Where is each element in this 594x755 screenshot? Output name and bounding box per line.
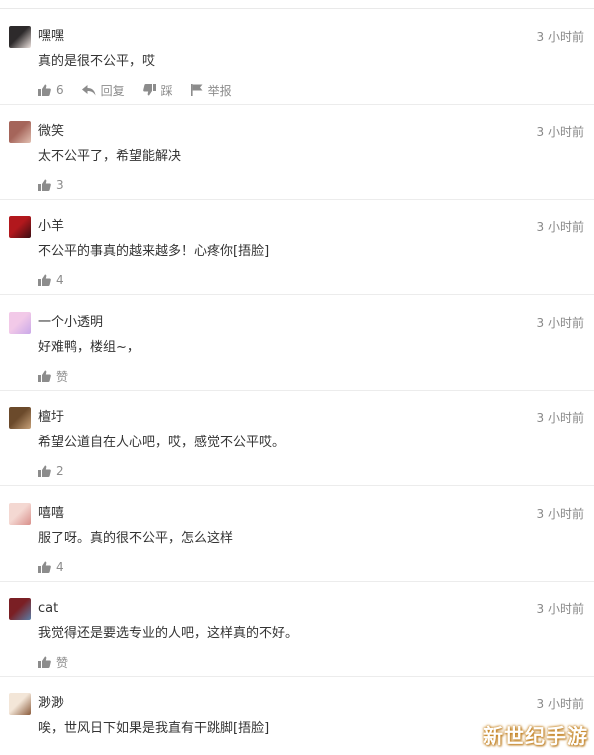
comment-time: 3 小时前 [536,30,584,44]
comment-text: 希望公道自在人心吧，哎，感觉不公平哎。 [38,435,286,450]
reply-icon [81,84,96,95]
comment-text: 不公平的事真的越来越多！心疼你[捂脸] [38,244,270,259]
avatar[interactable] [9,216,31,238]
like-count: 2 [56,464,64,478]
comment-text: 好难鸭，楼组~， [38,340,140,355]
like-button[interactable]: 6 [38,83,64,97]
comment-username[interactable]: 渺渺 [38,694,64,714]
comment-time: 3 小时前 [536,507,584,521]
like-button[interactable]: 2 [38,464,64,478]
comment-item: 檀圩 3 小时前 希望公道自在人心吧，哎，感觉不公平哎。 2 [0,391,594,486]
avatar[interactable] [9,312,31,334]
like-button[interactable]: 4 [38,273,64,287]
comment-actions: 赞 [38,367,86,385]
comment-actions: 4 [38,271,82,289]
comment-username[interactable]: 嘿嘿 [38,27,64,47]
like-count: 6 [56,83,64,97]
comment-item: 微笑 3 小时前 太不公平了，希望能解决 3 [0,105,594,200]
thumbs-up-icon [38,274,51,286]
thumbs-up-icon [38,179,51,191]
top-divider [0,8,594,9]
comment-username[interactable]: cat [38,599,58,619]
flag-icon [190,84,203,96]
avatar[interactable] [9,407,31,429]
comment-actions: 2 [38,462,82,480]
comment-username[interactable]: 小羊 [38,217,64,237]
comment-time: 3 小时前 [536,697,584,711]
thumbs-down-icon [142,84,156,96]
comment-time: 3 小时前 [536,125,584,139]
comment-username[interactable]: 微笑 [38,122,64,142]
comment-actions: 赞 [38,653,86,671]
thumbs-up-icon [38,370,51,382]
comment-item: 嘻嘻 3 小时前 服了呀。真的很不公平，怎么这样 4 [0,487,594,582]
avatar[interactable] [9,598,31,620]
comment-text: 太不公平了，希望能解决 [38,149,182,164]
comment-time: 3 小时前 [536,411,584,425]
report-button[interactable]: 举报 [190,82,232,99]
like-button[interactable]: 赞 [38,654,68,671]
comment-text: 服了呀。真的很不公平，怎么这样 [38,531,234,546]
comment-time: 3 小时前 [536,220,584,234]
like-count: 4 [56,560,64,574]
comment-username[interactable]: 一个小透明 [38,313,103,333]
watermark-logo: 新世纪手游 [483,724,588,748]
like-button[interactable]: 4 [38,560,64,574]
comment-actions: 4 [38,558,82,576]
thumbs-up-icon [38,84,51,96]
like-button[interactable]: 3 [38,178,64,192]
thumbs-up-icon [38,656,51,668]
comment-item: 小羊 3 小时前 不公平的事真的越来越多！心疼你[捂脸] 4 [0,200,594,295]
comment-item: 一个小透明 3 小时前 好难鸭，楼组~， 赞 [0,296,594,391]
comment-page: 嘿嘿 3 小时前 真的是很不公平，哎 6 回复 踩 举报 微笑 3 小时前 太不… [0,0,594,755]
like-count: 4 [56,273,64,287]
like-count: 3 [56,178,64,192]
thumbs-up-icon [38,465,51,477]
comment-username[interactable]: 檀圩 [38,408,64,428]
like-count: 赞 [56,655,69,670]
dislike-label: 踩 [160,83,173,98]
like-count: 赞 [56,369,69,384]
comment-item: 嘿嘿 3 小时前 真的是很不公平，哎 6 回复 踩 举报 [0,10,594,105]
avatar[interactable] [9,503,31,525]
reply-button[interactable]: 回复 [81,82,125,99]
thumbs-up-icon [38,561,51,573]
like-button[interactable]: 赞 [38,368,68,385]
comment-username[interactable]: 嘻嘻 [38,504,64,524]
avatar[interactable] [9,26,31,48]
comment-actions: 6 回复 踩 举报 [38,81,250,99]
reply-label: 回复 [100,83,125,98]
comment-time: 3 小时前 [536,316,584,330]
avatar[interactable] [9,121,31,143]
avatar[interactable] [9,693,31,715]
comment-item: cat 3 小时前 我觉得还是要选专业的人吧，这样真的不好。 赞 [0,582,594,677]
comment-text: 真的是很不公平，哎 [38,54,156,69]
dislike-button[interactable]: 踩 [142,82,173,99]
comment-actions: 3 [38,176,82,194]
report-label: 举报 [207,83,232,98]
comment-text: 我觉得还是要选专业的人吧，这样真的不好。 [38,626,299,641]
comment-time: 3 小时前 [536,602,584,616]
comment-text: 唉，世风日下如果是我直有干跳脚[捂脸] [38,721,270,736]
